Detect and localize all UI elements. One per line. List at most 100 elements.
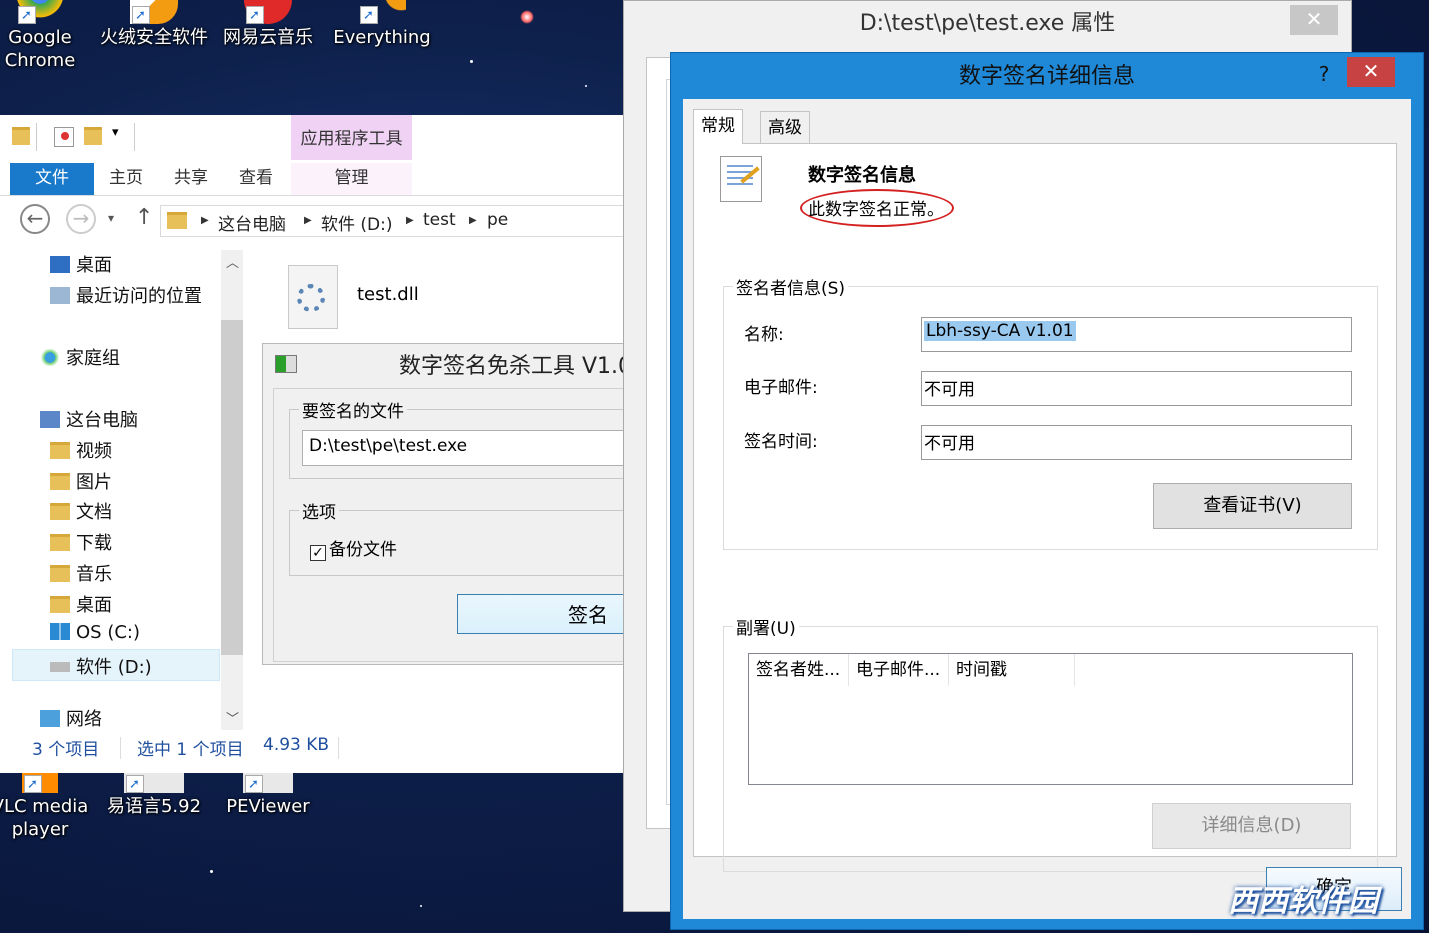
explorer-titlebar: ▾ 应用程序工具 [0,115,623,163]
customize-qa-icon[interactable]: ▾ [112,125,119,140]
new-folder-icon[interactable] [84,127,102,145]
nav-item-documents[interactable]: 文档 [50,498,112,524]
status-item-count: 3 个项目 [32,740,100,760]
chevron-right-icon[interactable]: ▶ [201,215,209,226]
scrollbar-thumb[interactable] [221,320,243,655]
recent-locations-icon[interactable]: ▾ [108,211,114,225]
drive-icon [50,662,70,672]
address-bar[interactable]: ▶ 这台电脑 ▶ 软件 (D:) ▶ test ▶ pe [160,205,630,237]
nav-item-homegroup[interactable]: 家庭组 [40,344,120,370]
network-icon [40,710,60,727]
close-icon[interactable]: ✕ [1347,57,1395,87]
email-field[interactable]: 不可用 [921,371,1352,406]
nav-item-label: 最近访问的位置 [76,286,202,307]
dialog-body: 常规 高级 数字签名信息 此数字签名正常。 签名者信息(S) 名称: Lbh-s… [683,99,1411,919]
close-icon[interactable]: ✕ [1290,5,1338,35]
view-certificate-button[interactable]: 查看证书(V) [1153,483,1352,529]
recent-places-icon [50,287,70,304]
sign-tool-window: 数字签名免杀工具 V1.0 要签名的文件 D:\test\pe\test.exe… [262,343,632,665]
nav-item-label: OS (C:) [76,622,140,643]
netease-music-icon [244,0,292,27]
nav-item-desktop-2[interactable]: 桌面 [50,591,112,617]
breadcrumb-drive-d[interactable]: 软件 (D:) [321,210,393,235]
navigation-pane: 桌面 最近访问的位置 家庭组 这台电脑 视频 图片 文档 下载 音乐 桌面 OS… [10,247,244,727]
computer-icon [40,411,60,428]
tab-file[interactable]: 文件 [10,163,94,195]
folder-icon [12,127,30,145]
signing-time-label: 签名时间: [744,432,818,452]
app-icon [275,355,297,373]
huorong-icon [130,0,178,27]
breadcrumb-test[interactable]: test [423,210,456,230]
chevron-up-icon[interactable]: ︿ [226,252,239,271]
forward-arrow-icon[interactable]: → [66,204,96,234]
backup-checkbox[interactable]: ✓ 备份文件 [310,535,397,561]
dll-file-icon[interactable] [288,265,338,329]
column-header-signer[interactable]: 签名者姓... [749,654,849,686]
nav-item-desktop[interactable]: 桌面 [50,251,112,277]
nav-item-downloads[interactable]: 下载 [50,529,112,555]
divider [120,737,121,759]
file-name[interactable]: test.dll [357,284,419,305]
nav-item-label: 家庭组 [66,348,120,369]
file-path-input[interactable]: D:\test\pe\test.exe [302,430,625,466]
countersign-group-label: 副署(U) [733,614,799,639]
signer-info-group: 签名者信息(S) 名称: Lbh-ssy-CA v1.01 电子邮件: 不可用 … [723,274,1378,550]
nav-scrollbar[interactable]: ︿ ﹀ [221,250,243,730]
chevron-right-icon[interactable]: ▶ [304,215,312,226]
email-label: 电子邮件: [744,378,818,398]
chevron-down-icon[interactable]: ﹀ [226,708,239,727]
name-field[interactable]: Lbh-ssy-CA v1.01 [921,317,1352,352]
desktop-icon-everything[interactable]: Everything [327,0,437,49]
nav-item-recent[interactable]: 最近访问的位置 [50,282,202,308]
chrome-icon [16,0,64,27]
desktop-icon-vlc[interactable]: VLC media player [0,765,95,841]
gear-icon [297,284,325,312]
tab-home[interactable]: 主页 [100,163,152,195]
name-label: 名称: [744,325,784,345]
up-arrow-icon[interactable]: ↑ [135,205,153,230]
status-highlight-ellipse [800,189,954,227]
nav-item-drive-d[interactable]: 软件 (D:) [50,653,152,679]
breadcrumb-this-pc[interactable]: 这台电脑 [218,210,286,235]
chevron-right-icon[interactable]: ▶ [406,215,414,226]
chevron-right-icon[interactable]: ▶ [469,215,477,226]
tab-advanced[interactable]: 高级 [760,111,810,144]
signature-heading: 数字签名信息 [808,165,916,186]
nav-item-this-pc[interactable]: 这台电脑 [40,406,138,432]
desktop-icon-chrome[interactable]: Google Chrome [0,0,95,72]
nav-item-label: 桌面 [76,255,112,276]
nav-item-label: 网络 [66,709,102,727]
nav-item-music[interactable]: 音乐 [50,560,112,586]
documents-folder-icon [50,503,70,520]
star-decoration [210,870,213,873]
nav-item-network[interactable]: 网络 [40,705,102,727]
help-icon[interactable]: ? [1311,59,1337,89]
breadcrumb-pe[interactable]: pe [487,210,508,230]
column-header-email[interactable]: 电子邮件... [849,654,949,686]
tab-general[interactable]: 常规 [693,109,743,144]
tab-view[interactable]: 查看 [230,163,282,195]
properties-icon[interactable] [54,127,74,147]
sign-button[interactable]: 签名 [457,594,624,634]
nav-item-drive-c[interactable]: OS (C:) [50,622,140,643]
nav-item-label: 音乐 [76,564,112,585]
divider [134,123,135,151]
desktop-icon-netease-music[interactable]: 网易云音乐 [213,0,323,49]
options-group-label: 选项 [299,498,339,523]
checkmark-icon: ✓ [310,545,326,561]
tab-share[interactable]: 共享 [165,163,217,195]
desktop-icon-huorong[interactable]: 火绒安全软件 [99,0,209,49]
back-arrow-icon[interactable]: ← [20,204,50,234]
tab-manage[interactable]: 管理 [291,163,412,195]
status-size: 4.93 KB [263,735,330,755]
details-button[interactable]: 详细信息(D) [1152,803,1351,849]
desktop-icon-label: 火绒安全软件 [100,27,208,48]
nav-item-videos[interactable]: 视频 [50,437,112,463]
column-header-timestamp[interactable]: 时间戳 [949,654,1075,686]
windows-drive-icon [50,623,70,640]
nav-item-pictures[interactable]: 图片 [50,468,112,494]
signing-time-field[interactable]: 不可用 [921,425,1352,460]
countersignature-list[interactable]: 签名者姓... 电子邮件... 时间戳 [748,653,1353,785]
address-row: ← → ▾ ↑ ▶ 这台电脑 ▶ 软件 (D:) ▶ test ▶ pe [0,201,630,243]
